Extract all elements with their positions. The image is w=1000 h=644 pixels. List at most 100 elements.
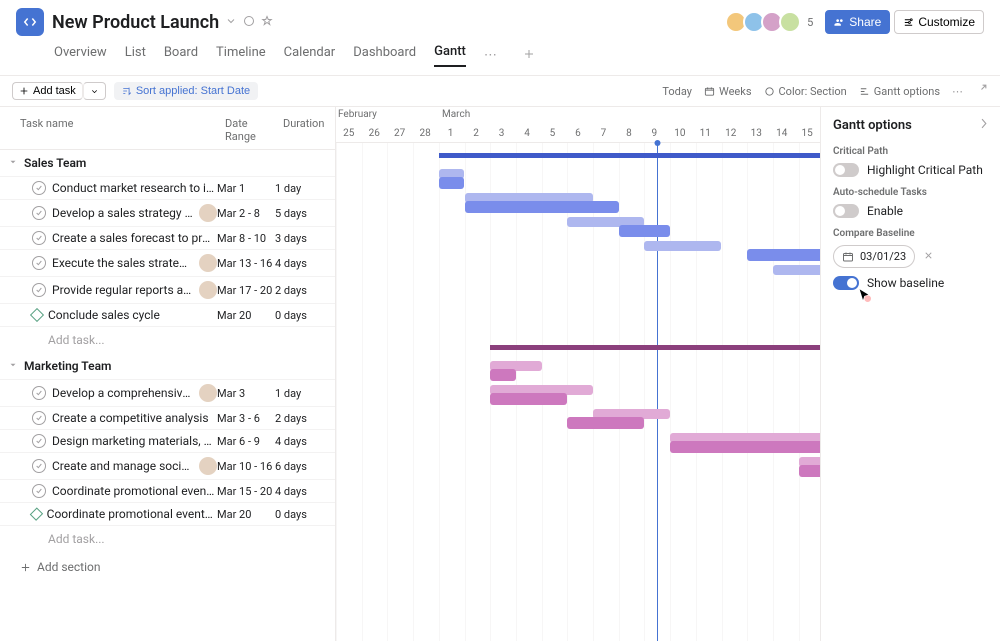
task-bar[interactable]	[490, 369, 516, 381]
task-name[interactable]: Provide regular reports and...	[52, 283, 193, 297]
task-name[interactable]: Create and manage social media...	[52, 459, 193, 473]
task-date[interactable]: Mar 20	[217, 508, 275, 521]
collapse-icon[interactable]	[8, 359, 18, 373]
complete-icon[interactable]	[32, 283, 46, 297]
task-name[interactable]: Coordinate promotional events,...	[52, 484, 217, 498]
tab-list[interactable]: List	[125, 45, 146, 66]
tab-calendar[interactable]: Calendar	[284, 45, 336, 66]
more-tabs-icon[interactable]: ⋯	[484, 48, 497, 63]
task-date[interactable]: Mar 8 - 10	[217, 232, 275, 245]
section-name[interactable]: Marketing Team	[24, 359, 111, 373]
zoom-weeks[interactable]: Weeks	[704, 85, 752, 98]
assignee-avatar[interactable]	[199, 281, 217, 299]
task-date[interactable]: Mar 15 - 20	[217, 485, 275, 498]
color-option[interactable]: Color: Section	[764, 85, 847, 98]
auto-schedule-toggle[interactable]	[833, 204, 859, 218]
task-bar[interactable]	[439, 177, 465, 189]
task-bar[interactable]	[619, 225, 670, 237]
complete-icon[interactable]	[32, 256, 46, 270]
show-baseline-toggle[interactable]	[833, 276, 859, 290]
assignee-avatar[interactable]	[199, 457, 217, 475]
add-section-button[interactable]: Add section	[0, 552, 335, 582]
section-name[interactable]: Sales Team	[24, 156, 86, 170]
task-bar[interactable]	[465, 201, 619, 213]
task-duration[interactable]: 0 days	[275, 309, 331, 322]
tab-dashboard[interactable]: Dashboard	[353, 45, 416, 66]
task-name[interactable]: Create a sales forecast to project...	[52, 231, 217, 245]
share-button[interactable]: Share	[825, 10, 890, 34]
task-bar[interactable]	[747, 249, 820, 261]
complete-icon[interactable]	[32, 434, 46, 448]
collapse-icon[interactable]	[8, 156, 18, 170]
clear-baseline-icon[interactable]	[923, 250, 934, 264]
more-icon[interactable]: ⋯	[952, 85, 963, 98]
tab-board[interactable]: Board	[164, 45, 198, 66]
task-duration[interactable]: 4 days	[275, 485, 331, 498]
task-date[interactable]: Mar 2 - 8	[217, 207, 275, 220]
task-duration[interactable]: 1 day	[275, 387, 331, 400]
complete-icon[interactable]	[32, 181, 46, 195]
add-task-button[interactable]: Add task	[12, 82, 83, 100]
task-duration[interactable]: 2 days	[275, 412, 331, 425]
complete-icon[interactable]	[32, 206, 46, 220]
complete-icon[interactable]	[32, 484, 46, 498]
task-name[interactable]: Conclude sales cycle	[48, 308, 160, 322]
task-bar[interactable]	[670, 441, 820, 453]
task-name[interactable]: Develop a comprehensive...	[52, 386, 193, 400]
info-icon[interactable]	[243, 15, 255, 30]
task-name[interactable]: Conduct market research to identify...	[52, 181, 217, 195]
task-duration[interactable]: 6 days	[275, 460, 331, 473]
customize-button[interactable]: Customize	[894, 10, 984, 34]
complete-icon[interactable]	[32, 386, 46, 400]
task-date[interactable]: Mar 20	[217, 309, 275, 322]
add-tab-button[interactable]	[523, 48, 535, 64]
today-button[interactable]: Today	[662, 85, 692, 98]
panel-collapse-icon[interactable]	[975, 117, 988, 134]
star-icon[interactable]	[261, 15, 273, 30]
complete-icon[interactable]	[32, 459, 46, 473]
task-date[interactable]: Mar 3	[217, 387, 275, 400]
assignee-avatar[interactable]	[199, 384, 217, 402]
task-date[interactable]: Mar 3 - 6	[217, 412, 275, 425]
avatar-overflow-count[interactable]: 5	[807, 16, 813, 29]
task-duration[interactable]: 0 days	[275, 508, 331, 521]
complete-icon[interactable]	[32, 411, 46, 425]
baseline-date-chip[interactable]: 03/01/23	[833, 245, 915, 268]
task-date[interactable]: Mar 1	[217, 182, 275, 195]
tab-gantt[interactable]: Gantt	[434, 44, 466, 67]
task-duration[interactable]: 5 days	[275, 207, 331, 220]
section-bar[interactable]	[439, 153, 820, 158]
task-name[interactable]: Design marketing materials, such as...	[52, 434, 217, 448]
task-duration[interactable]: 2 days	[275, 284, 331, 297]
milestone-icon[interactable]	[30, 308, 44, 322]
task-bar[interactable]	[490, 393, 567, 405]
sort-pill[interactable]: Sort applied: Start Date	[114, 82, 258, 100]
task-name[interactable]: Execute the sales strategy by...	[52, 256, 193, 270]
task-date[interactable]: Mar 6 - 9	[217, 435, 275, 448]
task-duration[interactable]: 4 days	[275, 257, 331, 270]
tab-overview[interactable]: Overview	[54, 45, 107, 66]
avatar[interactable]	[779, 11, 801, 33]
add-task-inline[interactable]: Add task...	[0, 525, 335, 552]
task-duration[interactable]: 4 days	[275, 435, 331, 448]
task-bar[interactable]	[799, 465, 820, 477]
task-date[interactable]: Mar 13 - 16	[217, 257, 275, 270]
task-date[interactable]: Mar 10 - 16	[217, 460, 275, 473]
milestone-icon[interactable]	[30, 507, 43, 520]
section-bar[interactable]	[490, 345, 820, 350]
task-name[interactable]: Develop a sales strategy that...	[52, 206, 193, 220]
add-task-inline[interactable]: Add task...	[0, 326, 335, 353]
gantt-options-button[interactable]: Gantt options	[859, 85, 940, 98]
task-date[interactable]: Mar 17 - 20	[217, 284, 275, 297]
task-name[interactable]: Create a competitive analysis	[52, 411, 209, 425]
task-duration[interactable]: 3 days	[275, 232, 331, 245]
task-bar[interactable]	[567, 417, 644, 429]
highlight-critical-toggle[interactable]	[833, 163, 859, 177]
task-name[interactable]: Coordinate promotional events, such...	[47, 507, 217, 521]
add-task-dropdown[interactable]	[83, 82, 106, 100]
assignee-avatar[interactable]	[199, 254, 217, 272]
chevron-down-icon[interactable]	[225, 15, 237, 30]
complete-icon[interactable]	[32, 231, 46, 245]
task-duration[interactable]: 1 day	[275, 182, 331, 195]
assignee-avatar[interactable]	[199, 204, 217, 222]
